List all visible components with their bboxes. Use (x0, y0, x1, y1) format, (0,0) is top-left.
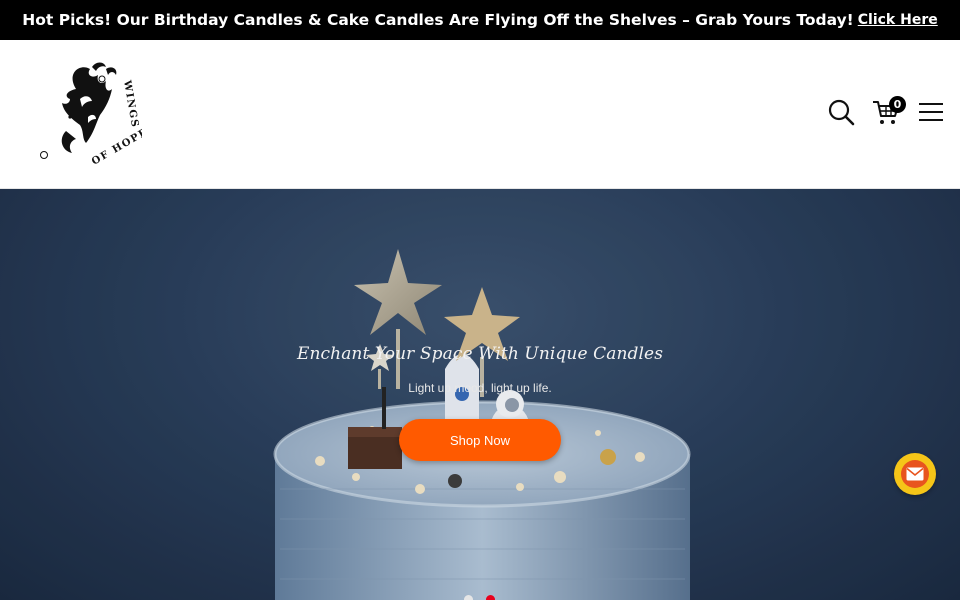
announcement-bar: Hot Picks! Our Birthday Candles & Cake C… (0, 0, 960, 40)
slide-dot-2[interactable] (486, 595, 495, 600)
slide-dot-1[interactable] (464, 595, 473, 600)
cart-count-badge: 0 (889, 96, 906, 113)
hero-title: Enchant Your Space With Unique Candles (296, 344, 664, 364)
wings-of-hope-logo[interactable]: WINGS OF HOPE (36, 59, 142, 169)
email-contact-button[interactable] (894, 453, 936, 495)
hero-banner: Enchant Your Space With Unique Candles L… (0, 189, 960, 600)
site-header: WINGS OF HOPE 0 (0, 40, 960, 189)
search-icon[interactable] (826, 97, 856, 127)
announcement-link[interactable]: Click Here (858, 12, 938, 28)
svg-text:OF HOPE: OF HOPE (90, 127, 142, 168)
shop-now-button[interactable]: Shop Now (399, 419, 561, 461)
announcement-text: Hot Picks! Our Birthday Candles & Cake C… (22, 11, 854, 29)
envelope-icon (901, 460, 929, 488)
svg-text:WINGS: WINGS (121, 79, 140, 129)
menu-icon[interactable] (916, 97, 946, 127)
hero-subtitle: Light up mood, light up life. (408, 381, 552, 395)
